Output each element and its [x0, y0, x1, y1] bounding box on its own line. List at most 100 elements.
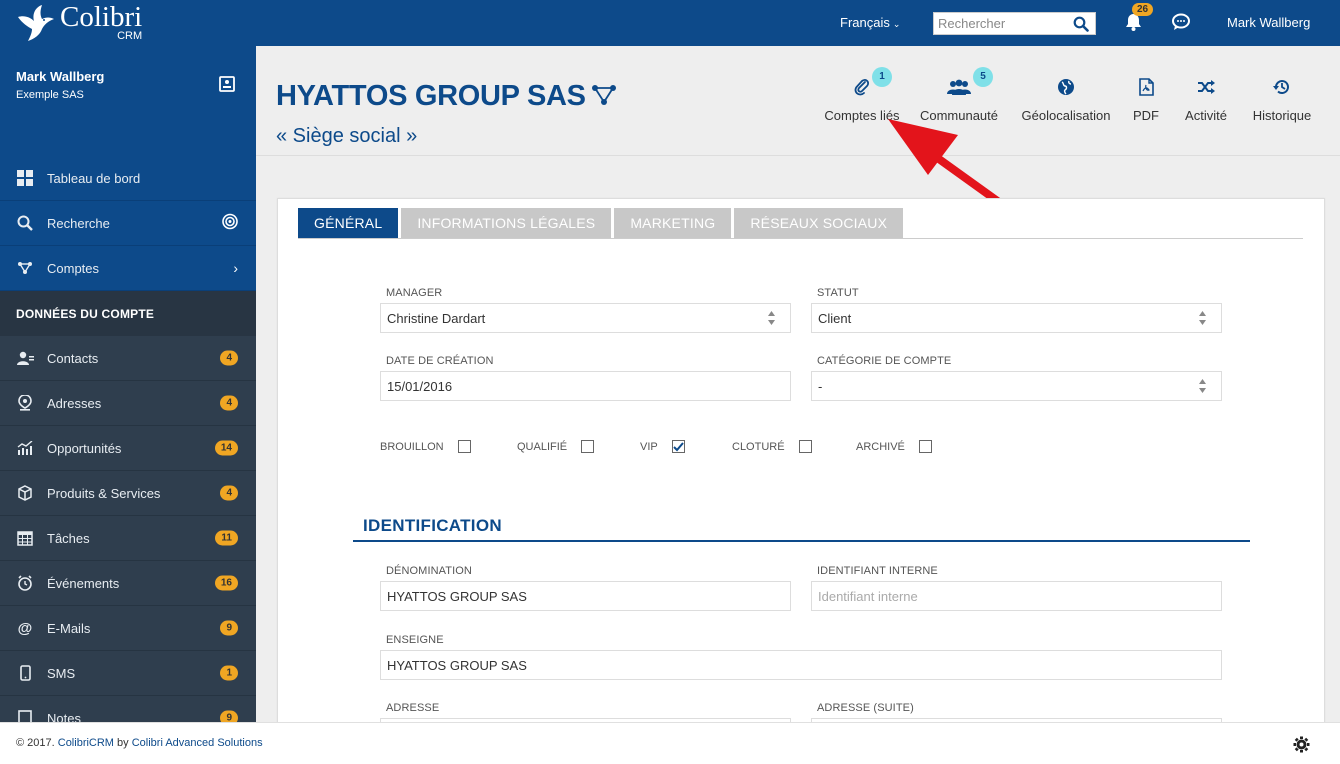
sidebar-item-products[interactable]: Produits & Services 4: [0, 471, 256, 516]
company-link[interactable]: Colibri Advanced Solutions: [132, 737, 263, 749]
tab-social-networks[interactable]: RÉSEAUX SOCIAUX: [734, 208, 904, 238]
sidebar-item-emails[interactable]: @ E-Mails 9: [0, 606, 256, 651]
footer: © 2017. ColibriCRM by Colibri Advanced S…: [0, 722, 1340, 764]
sidebar-user-name: Mark Wallberg: [16, 69, 105, 84]
account-category-label: CATÉGORIE DE COMPTE: [817, 355, 952, 367]
gear-icon[interactable]: [1293, 736, 1310, 753]
tab-divider: [298, 238, 1303, 239]
statut-value: Client: [818, 310, 852, 326]
target-icon[interactable]: [222, 213, 238, 233]
checkbox-label: BROUILLON: [380, 440, 444, 453]
hierarchy-icon[interactable]: [591, 84, 617, 106]
sidebar-item-label: Produits & Services: [47, 485, 161, 501]
chat-icon[interactable]: [1171, 13, 1191, 31]
search-input[interactable]: [934, 13, 1070, 34]
account-category-value: -: [818, 378, 823, 394]
checkbox-archived[interactable]: ARCHIVÉ: [856, 440, 932, 453]
copyright: © 2017. ColibriCRM by Colibri Advanced S…: [16, 737, 263, 749]
sidebar-item-notes[interactable]: Notes 9: [0, 696, 256, 722]
checkbox-closed-box[interactable]: [798, 440, 812, 453]
checkmark-icon: [673, 441, 684, 451]
sidebar-item-contacts[interactable]: Contacts 4: [0, 336, 256, 381]
tab-marketing[interactable]: MARKETING: [614, 208, 732, 238]
statut-select[interactable]: Client: [811, 303, 1222, 333]
logo[interactable]: Colibri CRM: [14, 3, 142, 43]
action-label: PDF: [1133, 108, 1159, 123]
denomination-field[interactable]: HYATTOS GROUP SAS: [380, 581, 791, 611]
search-icon: [16, 214, 34, 232]
search-icon[interactable]: [1073, 16, 1089, 32]
sidebar: Mark Wallberg Exemple SAS Tableau de bor…: [0, 46, 256, 722]
sidebar-item-label: Événements: [47, 575, 120, 591]
sidebar-item-label: Recherche: [47, 215, 110, 231]
action-activity[interactable]: Activité: [1180, 76, 1232, 123]
sidebar-item-label: Tâches: [47, 530, 90, 546]
tab-general[interactable]: GÉNÉRAL: [298, 208, 399, 238]
count-badge: 9: [220, 710, 238, 722]
denomination-value: HYATTOS GROUP SAS: [387, 588, 527, 604]
sort-arrows-icon: [768, 311, 775, 325]
section-title-identification: IDENTIFICATION: [363, 516, 502, 535]
checkbox-draft-box[interactable]: [457, 440, 471, 453]
checkbox-vip-box[interactable]: [671, 440, 685, 453]
calendar-grid-icon: [16, 529, 34, 547]
sidebar-item-label: Adresses: [47, 395, 102, 411]
manager-label: MANAGER: [386, 287, 443, 299]
tab-legal-info[interactable]: INFORMATIONS LÉGALES: [401, 208, 612, 238]
hummingbird-logo-icon: [18, 5, 54, 41]
checkbox-draft[interactable]: BROUILLON: [380, 440, 471, 453]
product-link[interactable]: ColibriCRM: [58, 737, 114, 749]
sidebar-item-addresses[interactable]: Adresses 4: [0, 381, 256, 426]
at-sign-icon: @: [17, 619, 33, 637]
checkbox-qualified[interactable]: QUALIFIÉ: [517, 440, 595, 453]
checkbox-archived-box[interactable]: [918, 440, 932, 453]
sidebar-item-label: Opportunités: [47, 440, 122, 456]
action-history[interactable]: Historique: [1248, 76, 1316, 123]
checkbox-label: ARCHIVÉ: [856, 440, 905, 453]
map-pin-icon: [16, 394, 34, 412]
tab-bar: GÉNÉRAL INFORMATIONS LÉGALES MARKETING R…: [298, 208, 906, 238]
chevron-right-icon: ›: [233, 260, 238, 276]
checkbox-label: VIP: [640, 440, 658, 453]
manager-select[interactable]: Christine Dardart: [380, 303, 791, 333]
language-selector[interactable]: Français ⌄: [840, 15, 900, 30]
sign-value: HYATTOS GROUP SAS: [387, 657, 527, 673]
checkbox-vip[interactable]: VIP: [640, 440, 685, 453]
section-divider: [353, 540, 1250, 542]
sidebar-item-opportunities[interactable]: Opportunités 14: [0, 426, 256, 471]
sidebar-item-accounts[interactable]: Comptes ›: [0, 246, 256, 291]
top-bar: Colibri CRM Français⌄ 26 Mark Wallberg: [0, 0, 1340, 46]
sidebar-item-events[interactable]: Événements 16: [0, 561, 256, 606]
chart-trend-icon: [16, 439, 34, 457]
notification-count-badge: 26: [1132, 3, 1154, 16]
denomination-label: DÉNOMINATION: [386, 565, 472, 577]
creation-date-label: DATE DE CRÉATION: [386, 355, 494, 367]
user-icon: [16, 349, 34, 367]
sidebar-item-tasks[interactable]: Tâches 11: [0, 516, 256, 561]
alarm-clock-icon: [16, 574, 34, 592]
cubes-icon: [16, 484, 34, 502]
contact-card-icon[interactable]: [219, 76, 235, 92]
internal-id-field[interactable]: Identifiant interne: [811, 581, 1222, 611]
paperclip-icon: [854, 79, 870, 96]
history-icon: [1273, 80, 1289, 95]
sidebar-item-label: Comptes: [47, 260, 100, 276]
sort-arrows-icon: [1199, 311, 1206, 325]
manager-value: Christine Dardart: [387, 310, 486, 326]
count-badge: 9: [220, 620, 238, 636]
action-label: Historique: [1252, 108, 1312, 123]
note-icon: [16, 709, 34, 722]
creation-date-field[interactable]: 15/01/2016: [380, 371, 791, 401]
sidebar-item-sms[interactable]: SMS 1: [0, 651, 256, 696]
sidebar-item-label: Tableau de bord: [47, 170, 141, 186]
sign-field[interactable]: HYATTOS GROUP SAS: [380, 650, 1222, 680]
checkbox-qualified-box[interactable]: [581, 440, 595, 453]
sidebar-item-label: SMS: [47, 665, 76, 681]
checkbox-closed[interactable]: CLOTURÉ: [732, 440, 812, 453]
account-category-select[interactable]: -: [811, 371, 1222, 401]
top-user-menu[interactable]: Mark Wallberg: [1227, 15, 1310, 30]
sidebar-item-search[interactable]: Recherche: [0, 201, 256, 246]
action-pdf[interactable]: PDF: [1128, 76, 1164, 123]
sidebar-item-dashboard[interactable]: Tableau de bord: [0, 156, 256, 201]
address-label: ADRESSE: [386, 702, 440, 714]
